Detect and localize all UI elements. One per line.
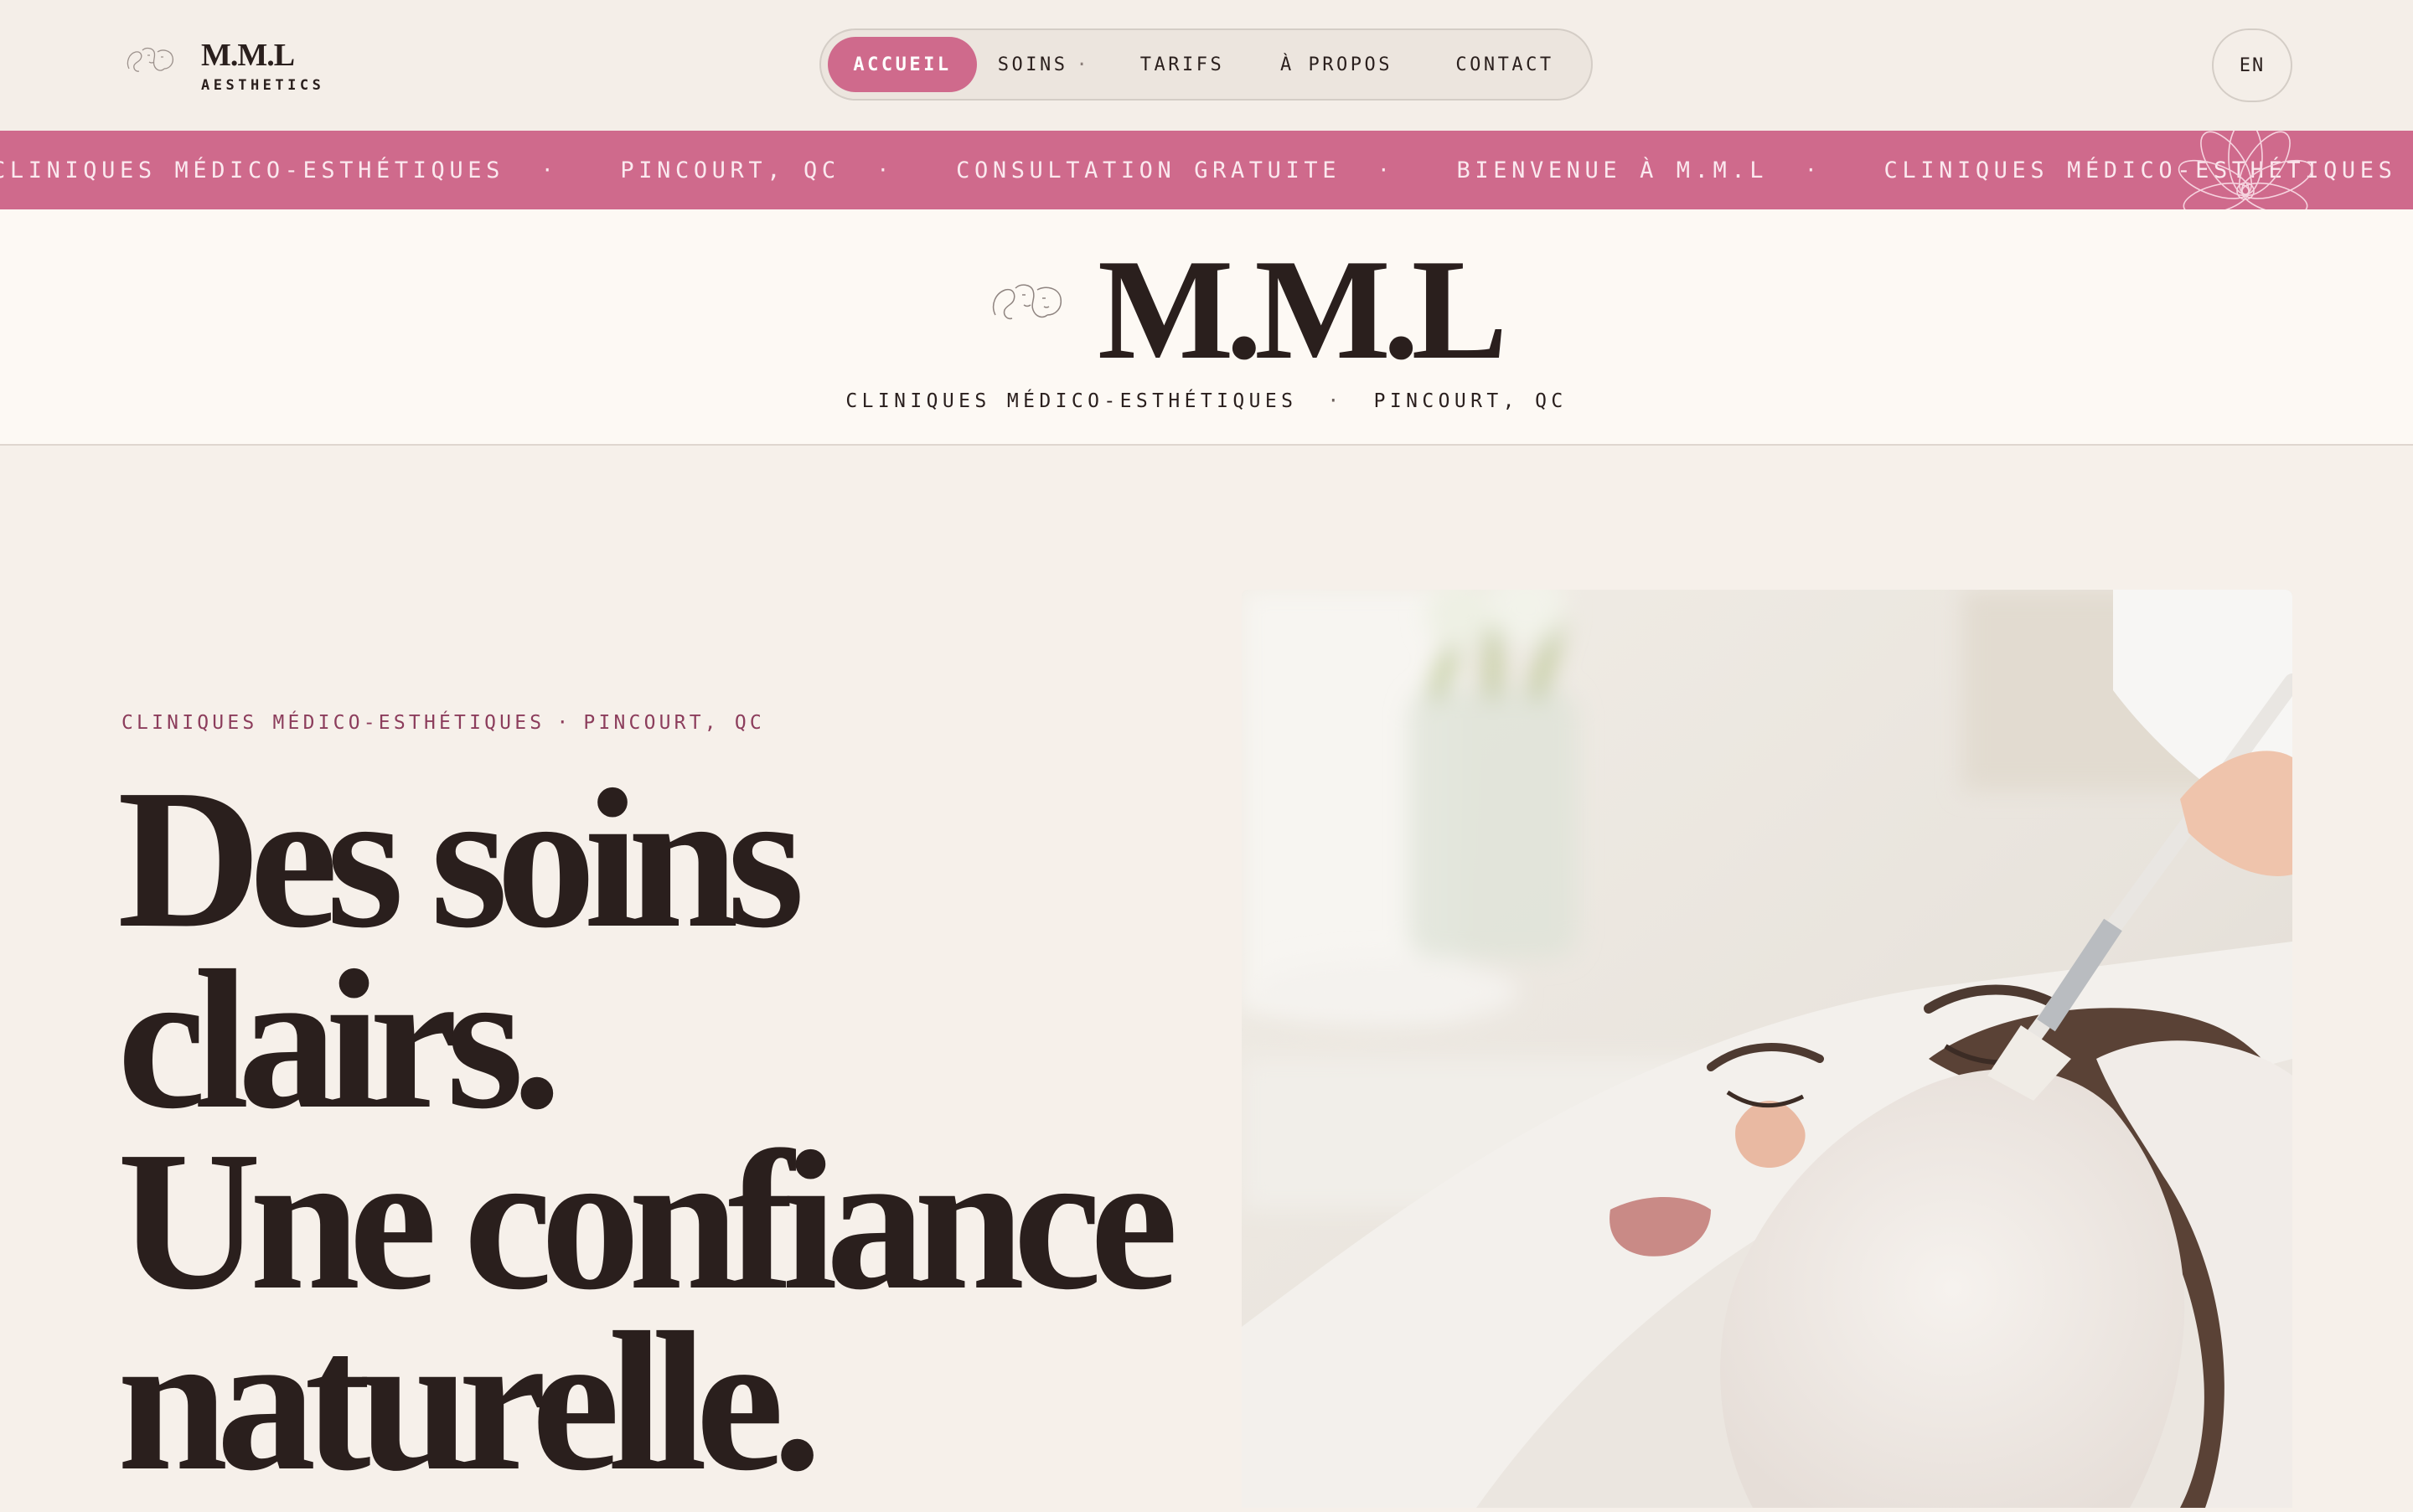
marquee-item: BIENVENUE À M.M.L [1456,157,1769,183]
marquee-separator: · [876,158,890,182]
marquee-separator: · [1377,158,1390,182]
marquee-separator: · [540,158,554,182]
hero-eyebrow: CLINIQUES MÉDICO-ESTHÉTIQUES · PINCOURT, Q… [121,712,765,734]
hero-heading-line: naturelle. [117,1292,822,1512]
main-nav: ACCUEIL SOINS · TARIFS À PROPOS CONTACT [819,28,1593,101]
masthead-separator: · [1327,390,1344,412]
nav-item-soins[interactable]: SOINS · [977,37,1111,92]
hero-eyebrow-left: CLINIQUES MÉDICO-ESTHÉTIQUES [121,712,545,734]
nav-item-tarifs[interactable]: TARIFS [1111,37,1253,92]
hero-heading: Des soins clairs. Une confiance naturell… [117,749,1206,1512]
hero-heading-line: Une confiance [117,1111,1178,1331]
masthead-subtitle-right: PINCOURT, QC [1373,390,1568,412]
nav-item-contact[interactable]: CONTACT [1419,37,1590,92]
nav-item-accueil[interactable]: ACCUEIL [828,37,977,92]
flower-outline-icon [2178,131,2313,209]
marquee-item: PINCOURT, QC [620,157,840,183]
brand-name: M.M.L [201,38,295,73]
face-line-art-icon [992,284,1062,320]
marquee-track: CLINIQUES MÉDICO-ESTHÉTIQUES · PINCOURT,… [0,131,2413,209]
marquee-item: CONSULTATION GRATUITE [956,157,1341,183]
hero-eyebrow-separator: · [556,712,572,734]
hero-facial-treatment-photo [1242,590,2292,1508]
nav-item-label: À PROPOS [1280,54,1393,75]
marquee-item: CLINIQUES MÉDICO-ESTHÉTIQUES [0,157,504,183]
brand-tagline: AESTHETICS [201,77,325,94]
masthead: M.M.L CLINIQUES MÉDICO-ESTHÉTIQUES · PINCO… [0,209,2413,446]
nav-item-label: ACCUEIL [853,54,952,75]
nav-item-label: SOINS [997,54,1068,75]
hero-eyebrow-right: PINCOURT, QC [583,712,765,734]
facial-treatment-illustration [1242,590,2292,1508]
hero-heading-line: clairs. [117,930,562,1150]
nav-item-label: TARIFS [1139,54,1225,75]
marquee-separator: · [1805,158,1817,182]
masthead-title: M.M.L [1098,230,1507,390]
masthead-subtitle-left: CLINIQUES MÉDICO-ESTHÉTIQUES [845,390,1298,412]
hero-heading-line: Des soins [117,749,804,969]
brand-logo-link[interactable]: M.M.L AESTHETICS [124,39,324,94]
masthead-subtitle: CLINIQUES MÉDICO-ESTHÉTIQUES · PINCOURT, Q… [0,390,2413,412]
top-navigation: M.M.L AESTHETICS ACCUEIL SOINS · TARIFS … [0,0,2413,131]
face-line-art-icon [127,47,174,72]
announcement-marquee: CLINIQUES MÉDICO-ESTHÉTIQUES · PINCOURT,… [0,131,2413,209]
language-toggle-button[interactable]: EN [2212,28,2292,102]
nav-item-a-propos[interactable]: À PROPOS [1253,37,1419,92]
nav-item-label: CONTACT [1455,54,1554,75]
dropdown-indicator-icon: · [1076,54,1091,75]
